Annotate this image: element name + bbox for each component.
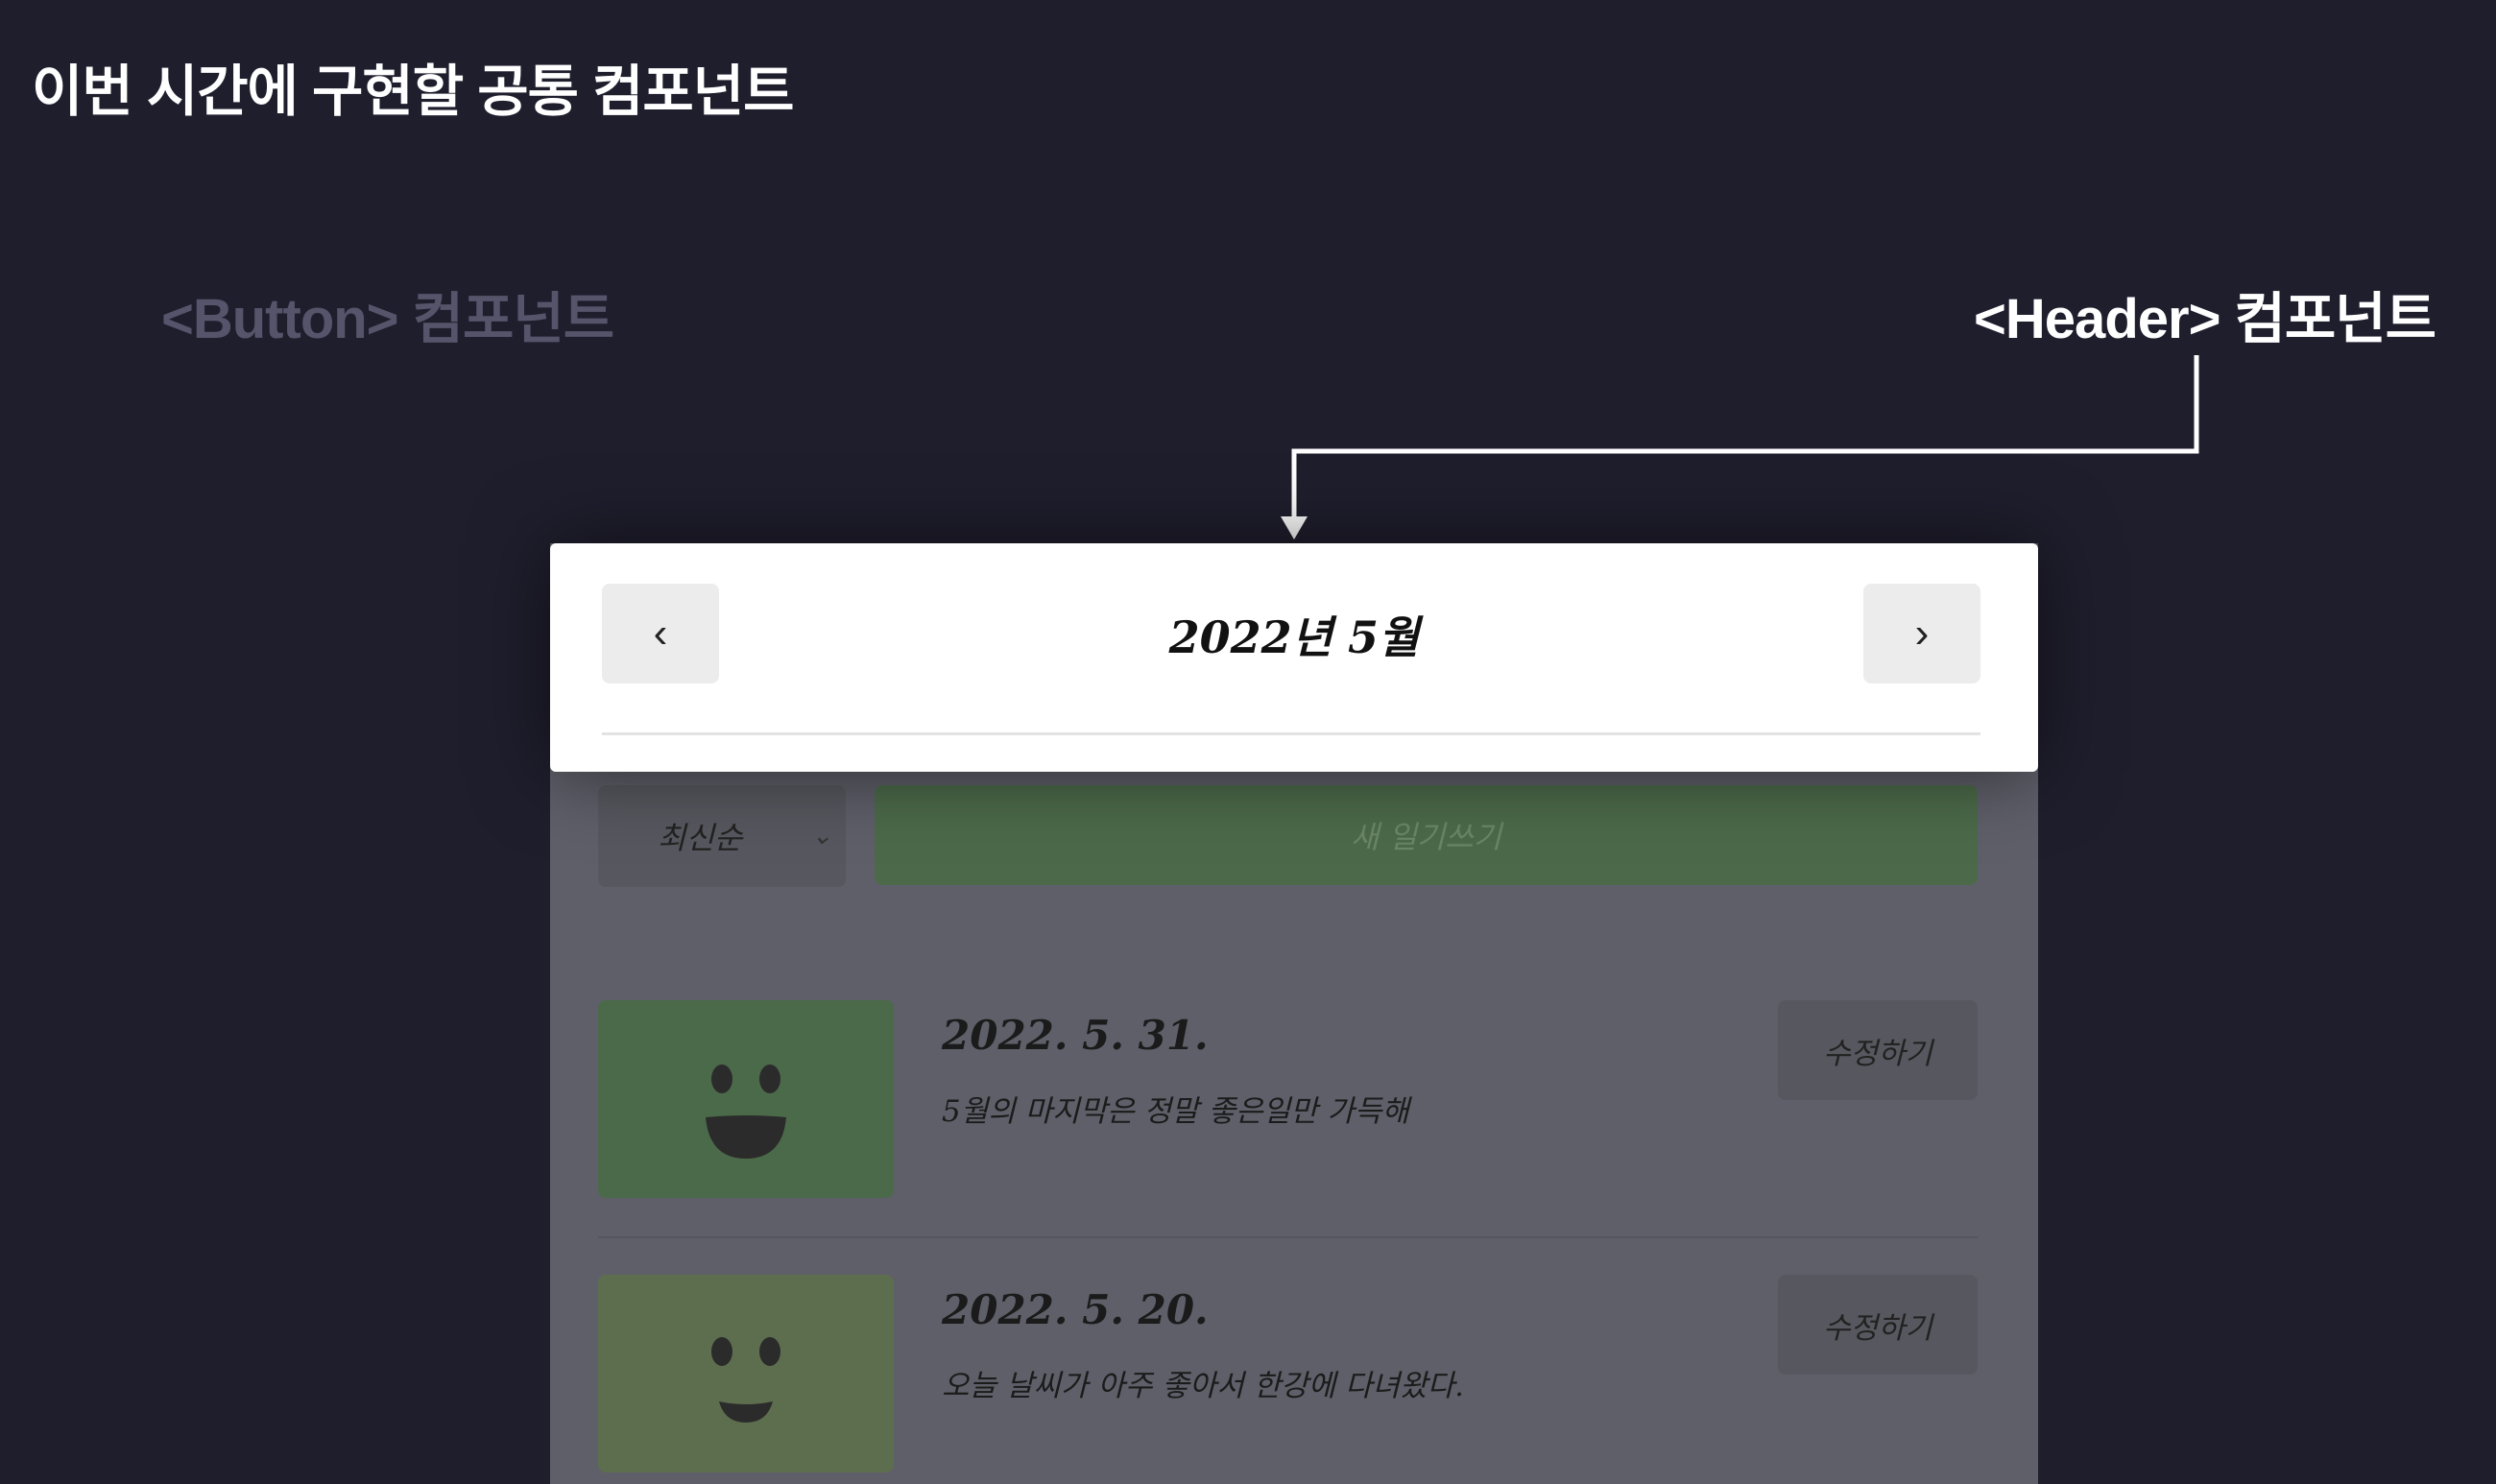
- diary-item: 2022. 5. 20. 오늘 날씨가 아주 좋아서 한강에 다녀왔다. 수정하…: [598, 1275, 1978, 1476]
- button-component-label: <Button> 컴포넌트: [161, 288, 614, 350]
- diary-item: 2022. 5. 31. 5월의 마지막은 정말 좋은일만 가득해 수정하기: [598, 1000, 1978, 1202]
- header-component-label: <Header> 컴포넌트: [1974, 288, 2436, 350]
- diary-date: 2022. 5. 20.: [942, 1286, 1209, 1333]
- header-component: ‹ 2022년 5월 ›: [550, 543, 2038, 772]
- edit-button[interactable]: 수정하기: [1778, 1000, 1978, 1100]
- chevron-down-icon: ⌄: [811, 822, 832, 850]
- slide-title: 이번 시간에 구현할 공통 컴포넌트: [32, 60, 794, 123]
- header-title: 2022년 5월: [1168, 611, 1420, 663]
- edit-button[interactable]: 수정하기: [1778, 1275, 1978, 1375]
- emotion-happy-icon[interactable]: [598, 1000, 894, 1198]
- header-divider: [602, 732, 1980, 735]
- next-month-button[interactable]: ›: [1863, 584, 1980, 683]
- diary-content[interactable]: 5월의 마지막은 정말 좋은일만 가득해: [942, 1087, 1409, 1130]
- chevron-right-icon: ›: [1914, 610, 1930, 657]
- new-diary-button[interactable]: 새 일기쓰기: [875, 785, 1978, 885]
- diary-content[interactable]: 오늘 날씨가 아주 좋아서 한강에 다녀왔다.: [942, 1361, 1464, 1404]
- divider: [598, 1236, 1978, 1238]
- sort-select-value: 최신순: [658, 820, 743, 856]
- diary-date: 2022. 5. 31.: [942, 1012, 1209, 1059]
- sort-select[interactable]: 최신순 ⌄: [598, 785, 846, 887]
- emotion-smile-icon[interactable]: [598, 1275, 894, 1472]
